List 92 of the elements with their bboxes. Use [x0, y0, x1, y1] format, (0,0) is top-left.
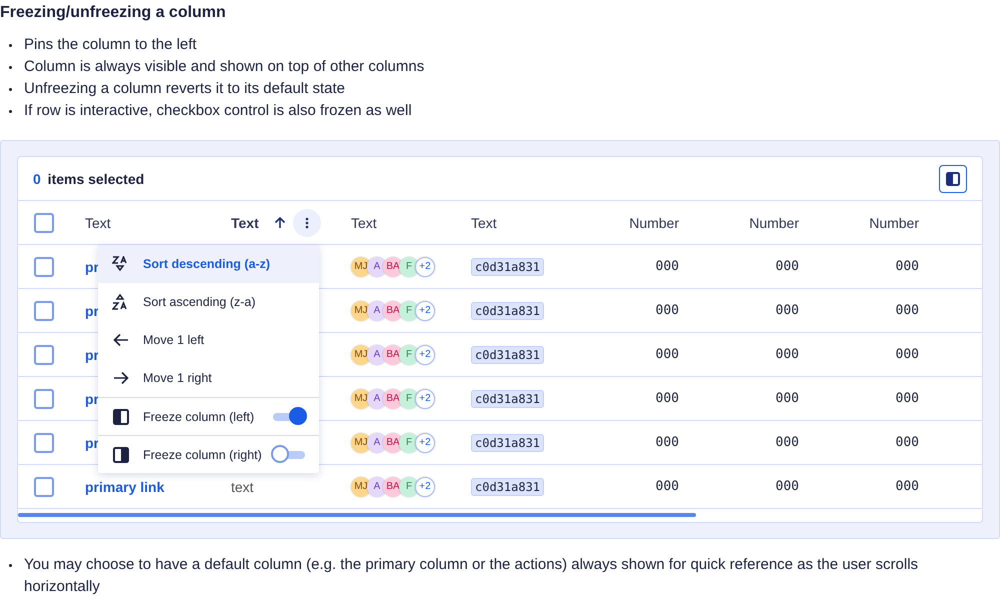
number-cell: 000	[896, 347, 919, 362]
column-header[interactable]: Text	[85, 214, 111, 230]
hash-tag: c0d31a831	[471, 302, 544, 320]
hash-tag: c0d31a831	[471, 258, 544, 276]
arrow-right-icon	[112, 371, 130, 385]
column-header[interactable]: Text	[471, 214, 497, 230]
arrow-left-icon	[112, 333, 130, 347]
more-icon	[304, 216, 309, 228]
avatar: MJ	[351, 300, 371, 320]
bullet-text: Unfreezing a column reverts it to its default state	[24, 79, 345, 99]
primary-link[interactable]: pr	[85, 258, 99, 274]
more-avatars-badge: +2	[415, 344, 435, 364]
avatar: F	[399, 476, 419, 496]
avatar: MJ	[351, 476, 371, 496]
hash-tag: c0d31a831	[471, 390, 544, 408]
avatar: MJ	[351, 256, 371, 276]
column-header[interactable]: Text	[351, 214, 377, 230]
number-cell: 000	[656, 303, 679, 318]
column-header[interactable]: Number	[749, 214, 799, 230]
avatar: F	[399, 344, 419, 364]
more-avatars-badge: +2	[415, 300, 435, 320]
menu-item[interactable]: Sort ascending (z-a)	[98, 283, 319, 321]
primary-link[interactable]: pr	[85, 346, 99, 362]
toggle-switch[interactable]	[271, 444, 307, 464]
column-pin-icon	[112, 408, 130, 424]
number-cell: 000	[896, 435, 919, 450]
number-cell: 000	[656, 391, 679, 406]
more-button[interactable]	[292, 208, 321, 236]
number-cell: 000	[776, 435, 799, 450]
number-cell: 000	[776, 479, 799, 494]
avatar: MJ	[351, 432, 371, 452]
more-avatars-badge: +2	[415, 432, 435, 452]
hash-tag: c0d31a831	[471, 346, 544, 364]
avatar: F	[399, 300, 419, 320]
number-cell: 000	[776, 391, 799, 406]
section-title: Freezing/unfreezing a column	[0, 3, 227, 22]
more-avatars-badge: +2	[415, 256, 435, 276]
bullet-icon	[9, 66, 12, 69]
avatar: MJ	[351, 344, 371, 364]
row-checkbox[interactable]	[34, 344, 54, 364]
number-cell: 000	[776, 259, 799, 274]
column-pin-icon	[112, 446, 130, 462]
columns-button[interactable]	[939, 164, 967, 192]
select-all-checkbox[interactable]	[34, 212, 54, 232]
menu-item[interactable]: Freeze column (left)	[98, 397, 319, 435]
column-header[interactable]: Number	[869, 214, 919, 230]
number-cell: 000	[656, 435, 679, 450]
row-checkbox[interactable]	[34, 300, 54, 320]
bullet-text: If row is interactive, checkbox control is also frozen as well	[24, 101, 412, 121]
number-cell: 000	[656, 347, 679, 362]
column-header[interactable]: Text	[231, 214, 259, 230]
table-cell: text	[231, 478, 254, 494]
bullet-icon	[9, 564, 12, 567]
toggle-switch[interactable]	[271, 406, 307, 426]
number-cell: 000	[776, 347, 799, 362]
primary-link[interactable]: primary link	[85, 478, 164, 494]
number-cell: 000	[656, 479, 679, 494]
number-cell: 000	[776, 303, 799, 318]
row-checkbox[interactable]	[34, 388, 54, 408]
number-cell: 000	[896, 303, 919, 318]
menu-item[interactable]: Move 1 left	[98, 321, 319, 359]
avatar: F	[399, 256, 419, 276]
more-avatars-badge: +2	[415, 388, 435, 408]
columns-icon	[946, 172, 960, 186]
bullet-text: Column is always visible and shown on top of other columns	[24, 57, 424, 77]
row-checkbox[interactable]	[34, 256, 54, 276]
more-avatars-badge: +2	[415, 476, 435, 496]
primary-link[interactable]: pr	[85, 302, 99, 318]
selection-status: 0 items selected	[33, 170, 144, 186]
number-cell: 000	[656, 259, 679, 274]
number-cell: 000	[896, 479, 919, 494]
primary-link[interactable]: pr	[85, 434, 99, 450]
bullet-text: Pins the column to the left	[24, 35, 197, 55]
bullet-icon	[9, 44, 12, 47]
hash-tag: c0d31a831	[471, 478, 544, 496]
menu-item[interactable]: Freeze column (right)	[98, 435, 319, 473]
menu-item[interactable]: Sort descending (a-z)	[98, 245, 319, 283]
scrollbar-thumb[interactable]	[18, 513, 696, 517]
row-checkbox[interactable]	[34, 432, 54, 452]
bullet-icon	[9, 110, 12, 113]
column-header[interactable]: Number	[629, 214, 679, 230]
avatar: MJ	[351, 388, 371, 408]
bullet-text: You may choose to have a default column (e.g. the primary column or the actions) always shown for quick reference as the user scrolls horizontally	[24, 555, 920, 597]
hash-tag: c0d31a831	[471, 434, 544, 452]
avatar: F	[399, 432, 419, 452]
bullet-icon	[9, 88, 12, 91]
number-cell: 000	[896, 391, 919, 406]
primary-link[interactable]: pr	[85, 390, 99, 406]
menu-item[interactable]: Move 1 right	[98, 359, 319, 397]
row-checkbox[interactable]	[34, 476, 54, 496]
number-cell: 000	[896, 259, 919, 274]
avatar: F	[399, 388, 419, 408]
